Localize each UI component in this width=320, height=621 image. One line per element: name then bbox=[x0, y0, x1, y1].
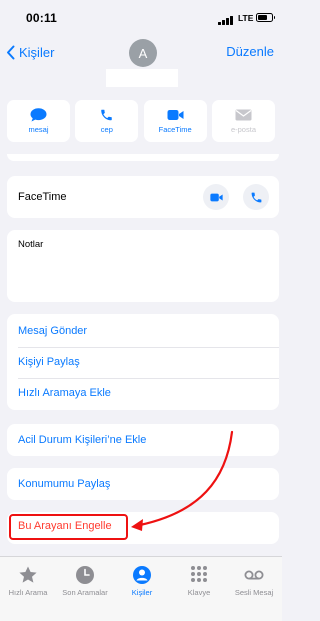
back-button[interactable]: Kişiler bbox=[6, 42, 54, 62]
share-contact-button[interactable]: Kişiyi Paylaş bbox=[18, 350, 279, 374]
mail-icon bbox=[235, 109, 252, 121]
tab-favorites[interactable]: Hızlı Arama bbox=[0, 565, 56, 597]
back-label: Kişiler bbox=[19, 44, 55, 60]
message-action-button[interactable]: mesaj bbox=[7, 100, 70, 142]
star-icon bbox=[19, 566, 37, 583]
contact-info-card-bottom bbox=[7, 154, 279, 161]
signal-icon bbox=[218, 16, 236, 25]
facetime-card: FaceTime bbox=[7, 176, 279, 218]
clock-icon bbox=[76, 566, 94, 584]
facetime-video-button[interactable] bbox=[203, 184, 229, 210]
tab-bar: Hızlı Arama Son Aramalar Kişiler Klavye … bbox=[0, 556, 282, 621]
facetime-audio-button[interactable] bbox=[243, 184, 269, 210]
network-type: LTE bbox=[238, 13, 254, 23]
contact-name-redacted bbox=[106, 69, 178, 87]
chevron-left-icon bbox=[7, 45, 15, 59]
status-bar: 00:11 LTE bbox=[0, 0, 282, 38]
add-to-favorites-button[interactable]: Hızlı Aramaya Ekle bbox=[18, 381, 279, 405]
edit-button[interactable]: Düzenle bbox=[226, 44, 274, 59]
phone-icon bbox=[101, 109, 113, 121]
avatar: A bbox=[129, 39, 157, 67]
phone-icon bbox=[251, 192, 261, 202]
tab-contacts[interactable]: Kişiler bbox=[114, 565, 170, 597]
facetime-action-button[interactable]: FaceTime bbox=[143, 100, 207, 142]
emergency-card: Acil Durum Kişileri’ne Ekle bbox=[7, 424, 279, 456]
tab-voicemail[interactable]: Sesli Mesaj bbox=[226, 565, 282, 597]
message-icon bbox=[30, 108, 47, 122]
video-icon bbox=[167, 110, 184, 120]
person-icon bbox=[133, 566, 151, 584]
annotation-highlight-box bbox=[9, 514, 128, 540]
facetime-label: FaceTime bbox=[18, 191, 67, 203]
tab-keypad[interactable]: Klavye bbox=[171, 565, 227, 597]
status-time: 00:11 bbox=[26, 11, 58, 25]
notes-card[interactable]: Notlar bbox=[7, 230, 279, 302]
keypad-icon bbox=[191, 566, 207, 582]
add-emergency-contact-button[interactable]: Acil Durum Kişileri’ne Ekle bbox=[18, 428, 279, 452]
quick-actions: mesaj cep FaceTime e-posta bbox=[7, 100, 275, 142]
call-action-button[interactable]: cep bbox=[75, 100, 139, 142]
tab-recents[interactable]: Son Aramalar bbox=[57, 565, 113, 597]
video-icon bbox=[209, 193, 223, 201]
notes-label: Notlar bbox=[18, 239, 44, 250]
actions-group: Mesaj Gönder Kişiyi Paylaş Hızlı Aramaya… bbox=[7, 314, 279, 410]
voicemail-icon bbox=[244, 570, 264, 580]
send-message-button[interactable]: Mesaj Gönder bbox=[18, 319, 279, 343]
share-location-card: Konumumu Paylaş bbox=[7, 468, 279, 500]
share-location-button[interactable]: Konumumu Paylaş bbox=[18, 472, 279, 496]
battery-icon bbox=[256, 13, 275, 22]
email-action-button[interactable]: e-posta bbox=[211, 100, 275, 142]
